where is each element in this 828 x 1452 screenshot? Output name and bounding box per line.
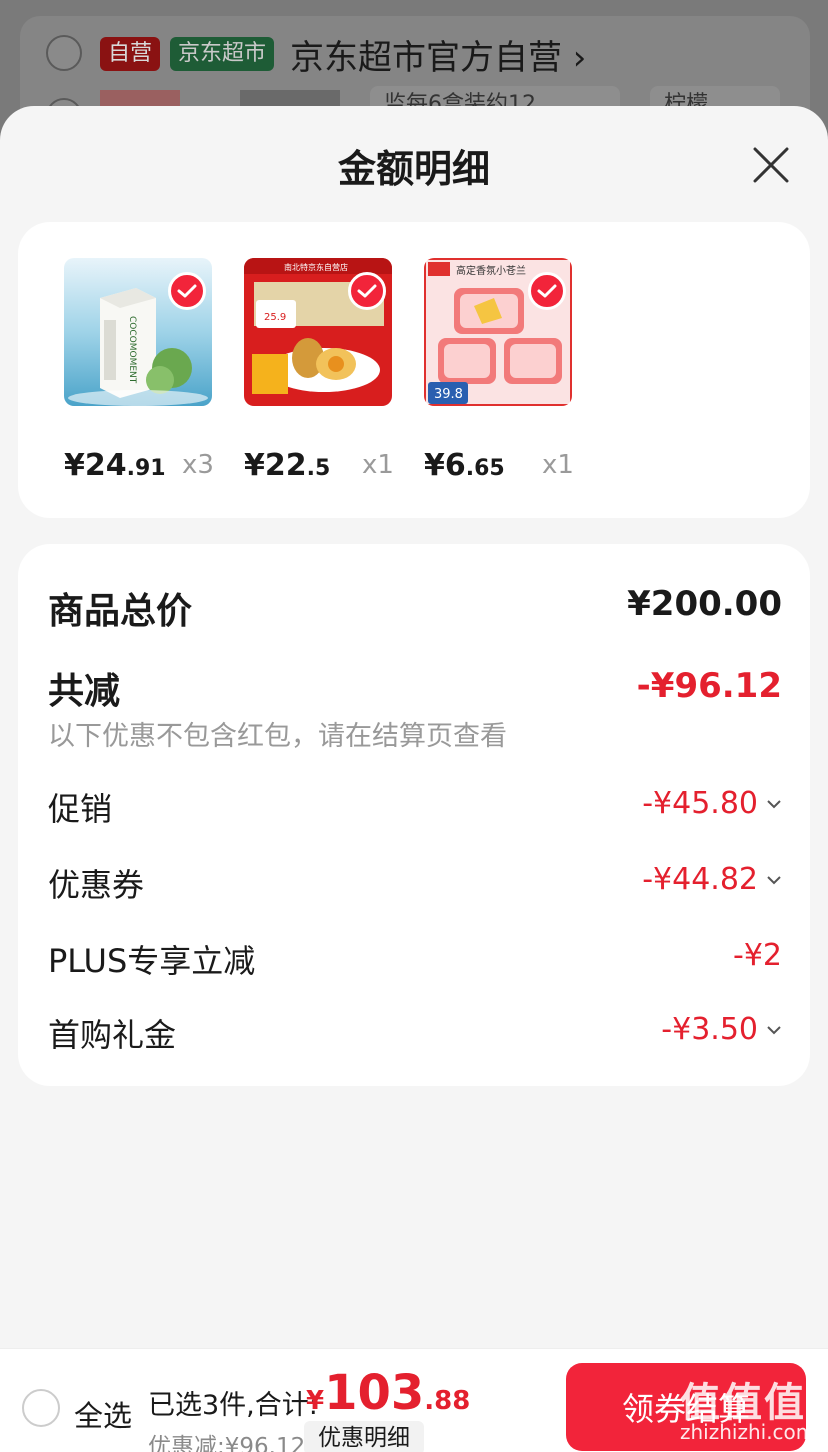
coupon-value[interactable]: -¥44.82 bbox=[642, 862, 782, 897]
product-image-text: COCOMOMENT bbox=[127, 316, 137, 384]
product-price: ¥22.5 bbox=[244, 448, 331, 483]
chevron-down-icon bbox=[767, 799, 781, 808]
total-price-value: ¥200.00 bbox=[627, 584, 782, 624]
chevron-down-icon bbox=[767, 1025, 781, 1034]
discount-detail-button[interactable]: 优惠明细 bbox=[304, 1421, 424, 1452]
selected-check-icon bbox=[348, 272, 386, 310]
plus-discount-value: -¥2 bbox=[733, 938, 782, 973]
product-price: ¥6.65 bbox=[424, 448, 505, 483]
background-store-radio bbox=[46, 35, 82, 71]
product-item[interactable]: 高定香氛小苍兰 39.8 ¥6.65 x1 bbox=[396, 258, 576, 488]
checkout-button[interactable]: 领券结算 bbox=[566, 1363, 806, 1451]
price-summary-card: 商品总价 ¥200.00 共减 -¥96.12 以下优惠不包含红包，请在结算页查… bbox=[18, 544, 810, 1086]
chevron-down-icon bbox=[767, 875, 781, 884]
product-qty: x1 bbox=[542, 450, 574, 480]
coupon-label: 优惠券 bbox=[48, 866, 145, 904]
product-image-text: 高定香氛小苍兰 bbox=[456, 264, 526, 277]
background-tag-self: 自营 bbox=[100, 37, 161, 71]
selected-check-icon bbox=[168, 272, 206, 310]
background-store-name: 京东超市官方自营 › bbox=[290, 38, 587, 78]
select-all-radio[interactable] bbox=[22, 1389, 60, 1427]
background-tag-supermarket: 京东超市 bbox=[170, 37, 275, 71]
product-price: ¥24.91 bbox=[64, 448, 166, 483]
plus-discount-label: PLUS专享立减 bbox=[48, 942, 256, 980]
discount-info: 优惠减:¥96.12 bbox=[148, 1434, 306, 1452]
select-all-label[interactable]: 全选 bbox=[74, 1393, 132, 1435]
product-item[interactable]: COCOMOMENT ¥24.91 x3 bbox=[36, 258, 216, 488]
total-reduce-value: -¥96.12 bbox=[636, 666, 782, 706]
first-purchase-value[interactable]: -¥3.50 bbox=[661, 1012, 782, 1047]
product-qty: x3 bbox=[182, 450, 214, 480]
first-purchase-label: 首购礼金 bbox=[48, 1016, 177, 1054]
promotion-value[interactable]: -¥45.80 bbox=[642, 786, 782, 821]
products-card: COCOMOMENT ¥24.91 x3 南北特京东自营店 25.9 ¥22.5… bbox=[18, 222, 810, 518]
selected-check-icon bbox=[528, 272, 566, 310]
product-image-price: 39.8 bbox=[434, 387, 463, 402]
total-price-label: 商品总价 bbox=[48, 591, 193, 632]
total-reduce-label: 共减 bbox=[48, 671, 121, 712]
product-image-text: 南北特京东自营店 bbox=[284, 262, 348, 272]
promotion-label: 促销 bbox=[48, 790, 113, 828]
product-qty: x1 bbox=[362, 450, 394, 480]
discount-note: 以下优惠不包含红包，请在结算页查看 bbox=[48, 721, 507, 752]
close-icon[interactable] bbox=[748, 142, 794, 188]
checkout-bar: 全选 已选3件,合计: ¥103.88 优惠减:¥96.12 优惠明细 领券结算 bbox=[0, 1348, 828, 1452]
selected-count-info: 已选3件,合计: bbox=[148, 1390, 318, 1421]
product-image-price: 25.9 bbox=[264, 312, 286, 323]
total-amount: ¥103.88 bbox=[306, 1365, 471, 1421]
sheet-title: 金额明细 bbox=[337, 147, 490, 191]
product-item[interactable]: 南北特京东自营店 25.9 ¥22.5 x1 bbox=[216, 258, 396, 488]
amount-detail-sheet: 金额明细 COCOMOMENT ¥24.91 x3 南北特京东自营店 25.9 … bbox=[0, 106, 828, 1452]
